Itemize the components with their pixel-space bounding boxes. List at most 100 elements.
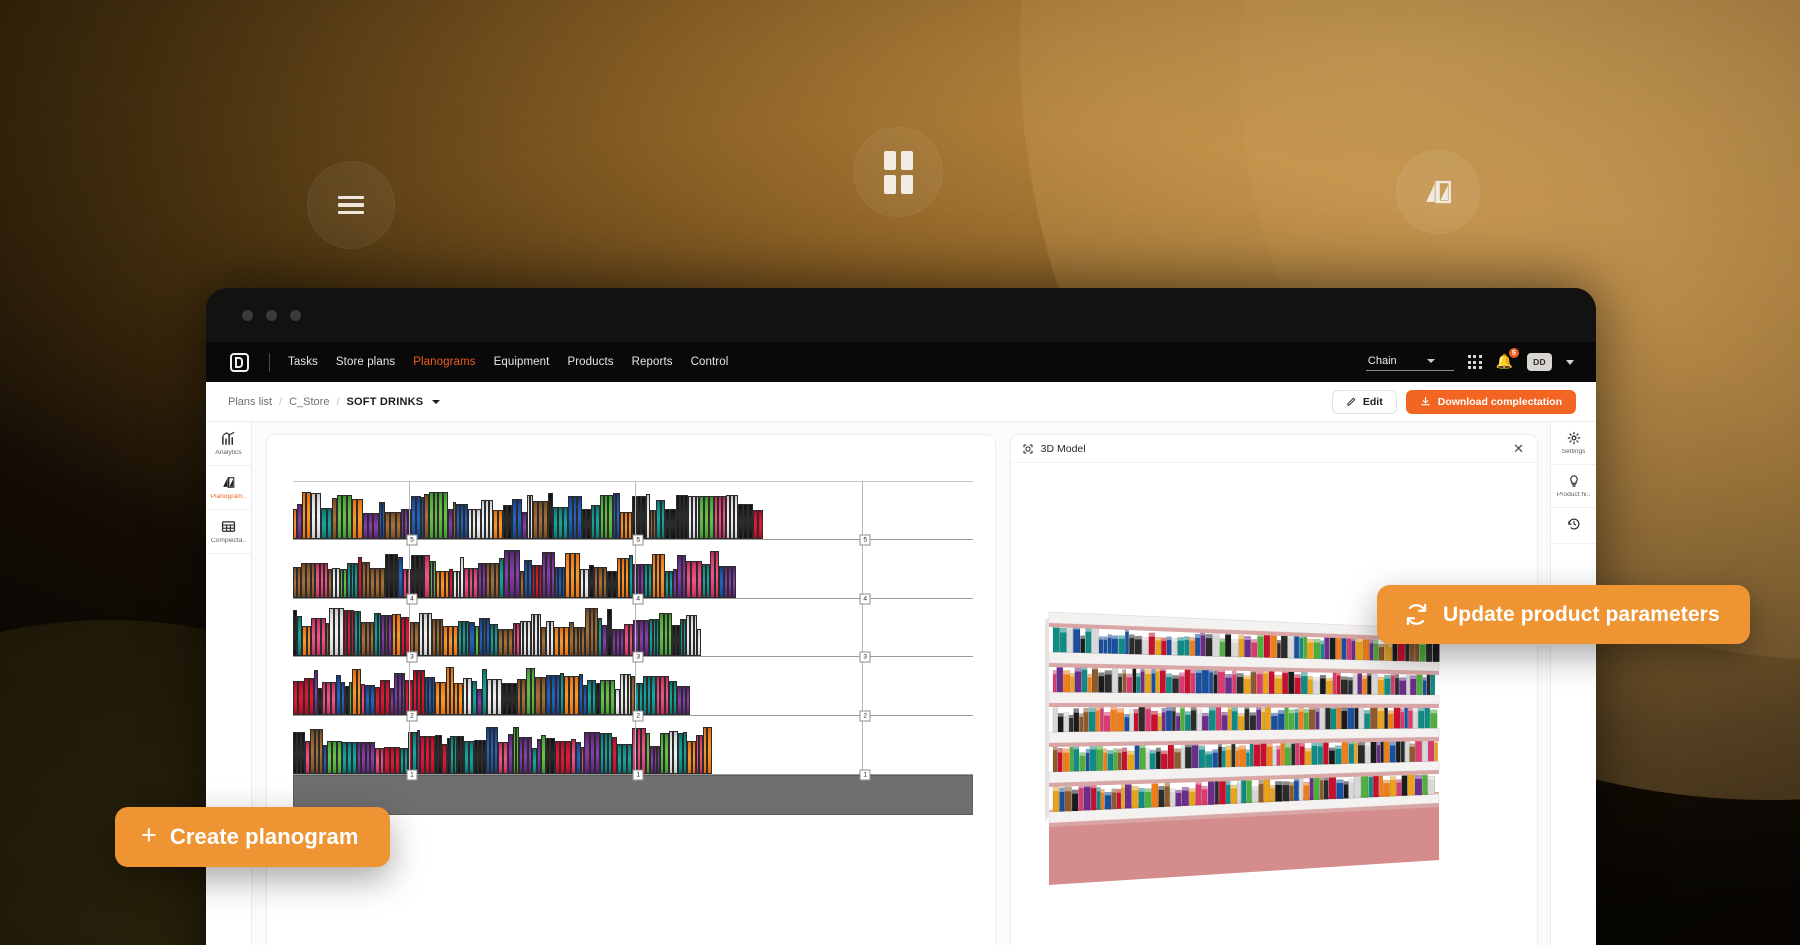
nav-item-equipment[interactable]: Equipment: [494, 356, 550, 368]
work-area: Analytics Planogram..: [206, 422, 1596, 945]
floating-planogram-button[interactable]: [1396, 150, 1480, 234]
product-3d-cap: [1383, 780, 1389, 783]
nav-item-control[interactable]: Control: [691, 356, 729, 368]
nav-item-store-plans[interactable]: Store plans: [336, 356, 395, 368]
shelf-number-badge: 3: [406, 652, 417, 663]
grid-apps-icon[interactable]: [1468, 355, 1482, 369]
product-3d-cap: [1158, 786, 1164, 790]
planogram-fixture: 555444333222111: [293, 481, 973, 821]
product-3d-cap: [1083, 708, 1088, 712]
fixture-base: [293, 775, 973, 815]
product-3d-cap: [1172, 639, 1177, 642]
product-3d-cap: [1107, 750, 1113, 754]
product-3d-cap: [1341, 677, 1348, 680]
nav-item-products[interactable]: Products: [567, 356, 613, 368]
product-3d-cap: [1251, 639, 1257, 642]
product-3d-cap: [1135, 636, 1142, 639]
nav-item-tasks[interactable]: Tasks: [288, 356, 318, 368]
product-3d-cap: [1136, 673, 1140, 677]
product-3d-cap: [1103, 749, 1107, 753]
sidebar-item-settings-label: Settings: [1562, 449, 1586, 456]
product-3d-cap: [1388, 711, 1393, 714]
window-dot-minimize[interactable]: [266, 310, 277, 321]
window-dot-maximize[interactable]: [290, 310, 301, 321]
create-planogram-button[interactable]: + Create planogram: [115, 807, 390, 867]
account-chevron-down-icon[interactable]: [1566, 360, 1574, 365]
product-3d-cap: [1189, 789, 1195, 792]
shelf-row[interactable]: [293, 599, 973, 658]
planogram-logo[interactable]: [230, 353, 249, 372]
avatar[interactable]: DD: [1527, 353, 1552, 371]
product-3d-cap: [1134, 709, 1138, 713]
model-viewport[interactable]: [1011, 463, 1537, 945]
download-complectation-button[interactable]: Download complectation: [1406, 390, 1576, 414]
product-facing[interactable]: [697, 629, 701, 656]
sidebar-item-settings[interactable]: Settings: [1551, 422, 1596, 465]
breadcrumb-current-plan[interactable]: SOFT DRINKS: [347, 396, 424, 408]
gondola-side-panel: [1045, 618, 1049, 822]
product-facing[interactable]: [758, 510, 763, 539]
product-3d-cap: [1130, 710, 1134, 714]
floating-grid-button[interactable]: [853, 127, 943, 217]
app-topnav: Tasks Store plans Planograms Equipment P…: [206, 342, 1596, 382]
product-3d-cap: [1190, 637, 1195, 640]
breadcrumb-plans-list[interactable]: Plans list: [228, 396, 272, 408]
close-icon[interactable]: ✕: [1511, 442, 1526, 455]
chain-select[interactable]: Chain: [1366, 354, 1454, 371]
window-dot-close[interactable]: [242, 310, 253, 321]
sidebar-item-complectation-label: Complecta..: [211, 538, 246, 545]
canvas-area: 555444333222111 3D Model ✕: [252, 422, 1550, 945]
shelf-number-badge: 2: [633, 711, 644, 722]
product-3d-cap: [1087, 674, 1091, 677]
nav-divider: [269, 353, 270, 372]
product-3d-cap: [1252, 787, 1258, 790]
sidebar-item-planogram-label: Planogram..: [211, 494, 247, 501]
floating-menu-button[interactable]: [307, 161, 395, 249]
breadcrumb-c-store[interactable]: C_Store: [289, 396, 329, 408]
shelf-facings: [293, 716, 973, 774]
planogram-canvas[interactable]: 555444333222111: [267, 435, 995, 945]
product-3d-cap: [1070, 673, 1074, 676]
update-product-parameters-button[interactable]: Update product parameters: [1377, 585, 1750, 644]
product-3d-cap: [1396, 780, 1401, 783]
shelf-row[interactable]: [293, 481, 973, 540]
nav-item-reports[interactable]: Reports: [632, 356, 673, 368]
notifications-button[interactable]: 🔔 5: [1496, 353, 1513, 371]
breadcrumb-chevron-down-icon[interactable]: [432, 400, 440, 404]
product-3d-cap: [1299, 708, 1304, 712]
product-3d-cap: [1145, 670, 1151, 674]
product-3d-cap: [1231, 640, 1238, 643]
sidebar-item-planogram[interactable]: Planogram..: [206, 466, 251, 510]
product-3d-cap: [1308, 676, 1313, 679]
sub-toolbar: Plans list / C_Store / SOFT DRINKS Edit: [206, 382, 1596, 422]
shelf-number-badge: 2: [406, 711, 417, 722]
product-3d-cap: [1295, 709, 1298, 713]
sidebar-item-complectation[interactable]: Complecta..: [206, 510, 251, 554]
product-3d-cap: [1118, 749, 1122, 753]
product-3d-cap: [1112, 636, 1118, 639]
product-3d-cap: [1294, 675, 1300, 679]
product-3d-cap: [1395, 674, 1399, 678]
product-facing[interactable]: [707, 727, 711, 774]
product-3d-cap: [1059, 788, 1064, 792]
shelf-row[interactable]: [293, 540, 973, 599]
product-3d-cap: [1278, 710, 1284, 714]
product-3d-cap: [1150, 750, 1156, 753]
product-3d-cap: [1139, 788, 1145, 792]
shelf-row[interactable]: [293, 716, 973, 775]
nav-item-planograms[interactable]: Planograms: [413, 356, 475, 368]
shelf-row[interactable]: [293, 657, 973, 716]
product-facing[interactable]: [732, 566, 736, 598]
product-3d-cap: [1064, 713, 1069, 717]
table-grid-icon: [221, 519, 236, 534]
sidebar-item-analytics[interactable]: Analytics: [206, 422, 251, 466]
sidebar-item-product-hints[interactable]: Product hi..: [1551, 465, 1596, 508]
shelf-number-badge: 4: [406, 593, 417, 604]
product-3d-cap: [1384, 675, 1390, 679]
product-facing[interactable]: [686, 686, 690, 715]
sidebar-item-history[interactable]: [1551, 508, 1596, 544]
window-titlebar: [206, 288, 1596, 342]
product-3d-cap: [1317, 742, 1322, 746]
edit-button[interactable]: Edit: [1332, 390, 1397, 414]
model-panel: 3D Model ✕: [1010, 434, 1538, 945]
